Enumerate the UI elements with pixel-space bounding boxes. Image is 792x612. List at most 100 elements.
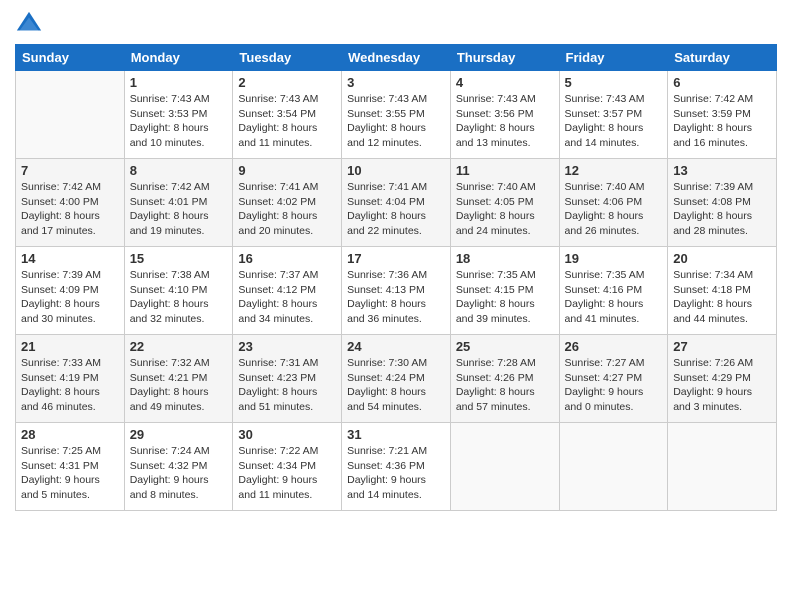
calendar-table: SundayMondayTuesdayWednesdayThursdayFrid… xyxy=(15,44,777,511)
day-number: 14 xyxy=(21,251,119,266)
day-header-monday: Monday xyxy=(124,45,233,71)
calendar-cell: 10 Sunrise: 7:41 AM Sunset: 4:04 PM Dayli… xyxy=(342,159,451,247)
week-row-1: 7 Sunrise: 7:42 AM Sunset: 4:00 PM Daylig… xyxy=(16,159,777,247)
calendar-cell: 1Sunrise: 7:43 AM Sunset: 3:53 PM Daylig… xyxy=(124,71,233,159)
day-number: 25 xyxy=(456,339,554,354)
day-number: 8 xyxy=(130,163,228,178)
day-number: 24 xyxy=(347,339,445,354)
day-number: 13 xyxy=(673,163,771,178)
calendar-cell: 25 Sunrise: 7:28 AM Sunset: 4:26 PM Dayli… xyxy=(450,335,559,423)
day-info: Sunrise: 7:33 AM Sunset: 4:19 PM Dayligh… xyxy=(21,356,119,415)
week-row-2: 14 Sunrise: 7:39 AM Sunset: 4:09 PM Dayli… xyxy=(16,247,777,335)
day-number: 31 xyxy=(347,427,445,442)
calendar-cell xyxy=(559,423,668,511)
day-info: Sunrise: 7:43 AM Sunset: 3:56 PM Dayligh… xyxy=(456,92,554,151)
logo xyxy=(15,10,47,38)
day-header-saturday: Saturday xyxy=(668,45,777,71)
day-info: Sunrise: 7:24 AM Sunset: 4:32 PM Dayligh… xyxy=(130,444,228,503)
day-info: Sunrise: 7:31 AM Sunset: 4:23 PM Dayligh… xyxy=(238,356,336,415)
calendar-cell: 19 Sunrise: 7:35 AM Sunset: 4:16 PM Dayli… xyxy=(559,247,668,335)
day-number: 22 xyxy=(130,339,228,354)
day-header-tuesday: Tuesday xyxy=(233,45,342,71)
calendar-cell: 5 Sunrise: 7:43 AM Sunset: 3:57 PM Daylig… xyxy=(559,71,668,159)
calendar-cell xyxy=(668,423,777,511)
calendar-cell: 14 Sunrise: 7:39 AM Sunset: 4:09 PM Dayli… xyxy=(16,247,125,335)
day-number: 5 xyxy=(565,75,663,90)
day-number: 19 xyxy=(565,251,663,266)
calendar-cell: 4 Sunrise: 7:43 AM Sunset: 3:56 PM Daylig… xyxy=(450,71,559,159)
day-number: 7 xyxy=(21,163,119,178)
calendar-cell: 7 Sunrise: 7:42 AM Sunset: 4:00 PM Daylig… xyxy=(16,159,125,247)
calendar-cell: 22 Sunrise: 7:32 AM Sunset: 4:21 PM Dayli… xyxy=(124,335,233,423)
day-info: Sunrise: 7:43 AM Sunset: 3:57 PM Dayligh… xyxy=(565,92,663,151)
day-number: 9 xyxy=(238,163,336,178)
calendar-cell: 23 Sunrise: 7:31 AM Sunset: 4:23 PM Dayli… xyxy=(233,335,342,423)
day-info: Sunrise: 7:25 AM Sunset: 4:31 PM Dayligh… xyxy=(21,444,119,503)
day-number: 21 xyxy=(21,339,119,354)
header-row: SundayMondayTuesdayWednesdayThursdayFrid… xyxy=(16,45,777,71)
day-number: 12 xyxy=(565,163,663,178)
calendar-cell: 28Sunrise: 7:25 AM Sunset: 4:31 PM Dayli… xyxy=(16,423,125,511)
calendar-cell: 9 Sunrise: 7:41 AM Sunset: 4:02 PM Daylig… xyxy=(233,159,342,247)
calendar-cell: 15 Sunrise: 7:38 AM Sunset: 4:10 PM Dayli… xyxy=(124,247,233,335)
day-info: Sunrise: 7:30 AM Sunset: 4:24 PM Dayligh… xyxy=(347,356,445,415)
day-info: Sunrise: 7:40 AM Sunset: 4:05 PM Dayligh… xyxy=(456,180,554,239)
day-number: 6 xyxy=(673,75,771,90)
day-info: Sunrise: 7:39 AM Sunset: 4:08 PM Dayligh… xyxy=(673,180,771,239)
day-number: 17 xyxy=(347,251,445,266)
calendar-cell: 17 Sunrise: 7:36 AM Sunset: 4:13 PM Dayli… xyxy=(342,247,451,335)
day-number: 16 xyxy=(238,251,336,266)
day-number: 15 xyxy=(130,251,228,266)
day-info: Sunrise: 7:32 AM Sunset: 4:21 PM Dayligh… xyxy=(130,356,228,415)
week-row-3: 21 Sunrise: 7:33 AM Sunset: 4:19 PM Dayli… xyxy=(16,335,777,423)
day-number: 11 xyxy=(456,163,554,178)
day-header-friday: Friday xyxy=(559,45,668,71)
week-row-0: 1Sunrise: 7:43 AM Sunset: 3:53 PM Daylig… xyxy=(16,71,777,159)
calendar-cell xyxy=(16,71,125,159)
calendar-cell: 29 Sunrise: 7:24 AM Sunset: 4:32 PM Dayli… xyxy=(124,423,233,511)
calendar-cell: 18Sunrise: 7:35 AM Sunset: 4:15 PM Dayli… xyxy=(450,247,559,335)
day-number: 10 xyxy=(347,163,445,178)
calendar-cell: 24 Sunrise: 7:30 AM Sunset: 4:24 PM Dayli… xyxy=(342,335,451,423)
day-number: 20 xyxy=(673,251,771,266)
day-info: Sunrise: 7:22 AM Sunset: 4:34 PM Dayligh… xyxy=(238,444,336,503)
calendar-cell: 20 Sunrise: 7:34 AM Sunset: 4:18 PM Dayli… xyxy=(668,247,777,335)
day-info: Sunrise: 7:42 AM Sunset: 4:00 PM Dayligh… xyxy=(21,180,119,239)
day-header-thursday: Thursday xyxy=(450,45,559,71)
day-info: Sunrise: 7:36 AM Sunset: 4:13 PM Dayligh… xyxy=(347,268,445,327)
calendar-cell: 21 Sunrise: 7:33 AM Sunset: 4:19 PM Dayli… xyxy=(16,335,125,423)
day-info: Sunrise: 7:41 AM Sunset: 4:02 PM Dayligh… xyxy=(238,180,336,239)
day-info: Sunrise: 7:28 AM Sunset: 4:26 PM Dayligh… xyxy=(456,356,554,415)
calendar-cell xyxy=(450,423,559,511)
day-header-sunday: Sunday xyxy=(16,45,125,71)
day-info: Sunrise: 7:35 AM Sunset: 4:16 PM Dayligh… xyxy=(565,268,663,327)
logo-icon xyxy=(15,10,43,38)
day-info: Sunrise: 7:39 AM Sunset: 4:09 PM Dayligh… xyxy=(21,268,119,327)
calendar-cell: 30 Sunrise: 7:22 AM Sunset: 4:34 PM Dayli… xyxy=(233,423,342,511)
day-info: Sunrise: 7:42 AM Sunset: 3:59 PM Dayligh… xyxy=(673,92,771,151)
calendar-cell: 2 Sunrise: 7:43 AM Sunset: 3:54 PM Daylig… xyxy=(233,71,342,159)
day-header-wednesday: Wednesday xyxy=(342,45,451,71)
day-info: Sunrise: 7:27 AM Sunset: 4:27 PM Dayligh… xyxy=(565,356,663,415)
day-number: 4 xyxy=(456,75,554,90)
day-number: 2 xyxy=(238,75,336,90)
day-number: 26 xyxy=(565,339,663,354)
day-info: Sunrise: 7:42 AM Sunset: 4:01 PM Dayligh… xyxy=(130,180,228,239)
calendar-cell: 8 Sunrise: 7:42 AM Sunset: 4:01 PM Daylig… xyxy=(124,159,233,247)
day-info: Sunrise: 7:38 AM Sunset: 4:10 PM Dayligh… xyxy=(130,268,228,327)
day-info: Sunrise: 7:21 AM Sunset: 4:36 PM Dayligh… xyxy=(347,444,445,503)
calendar-cell: 11 Sunrise: 7:40 AM Sunset: 4:05 PM Dayli… xyxy=(450,159,559,247)
day-info: Sunrise: 7:43 AM Sunset: 3:53 PM Dayligh… xyxy=(130,92,228,151)
day-info: Sunrise: 7:34 AM Sunset: 4:18 PM Dayligh… xyxy=(673,268,771,327)
day-info: Sunrise: 7:41 AM Sunset: 4:04 PM Dayligh… xyxy=(347,180,445,239)
day-number: 18 xyxy=(456,251,554,266)
calendar-cell: 27Sunrise: 7:26 AM Sunset: 4:29 PM Dayli… xyxy=(668,335,777,423)
day-info: Sunrise: 7:40 AM Sunset: 4:06 PM Dayligh… xyxy=(565,180,663,239)
day-info: Sunrise: 7:43 AM Sunset: 3:54 PM Dayligh… xyxy=(238,92,336,151)
page: SundayMondayTuesdayWednesdayThursdayFrid… xyxy=(0,0,792,612)
calendar-cell: 31 Sunrise: 7:21 AM Sunset: 4:36 PM Dayli… xyxy=(342,423,451,511)
day-info: Sunrise: 7:43 AM Sunset: 3:55 PM Dayligh… xyxy=(347,92,445,151)
day-number: 29 xyxy=(130,427,228,442)
day-number: 23 xyxy=(238,339,336,354)
day-number: 30 xyxy=(238,427,336,442)
